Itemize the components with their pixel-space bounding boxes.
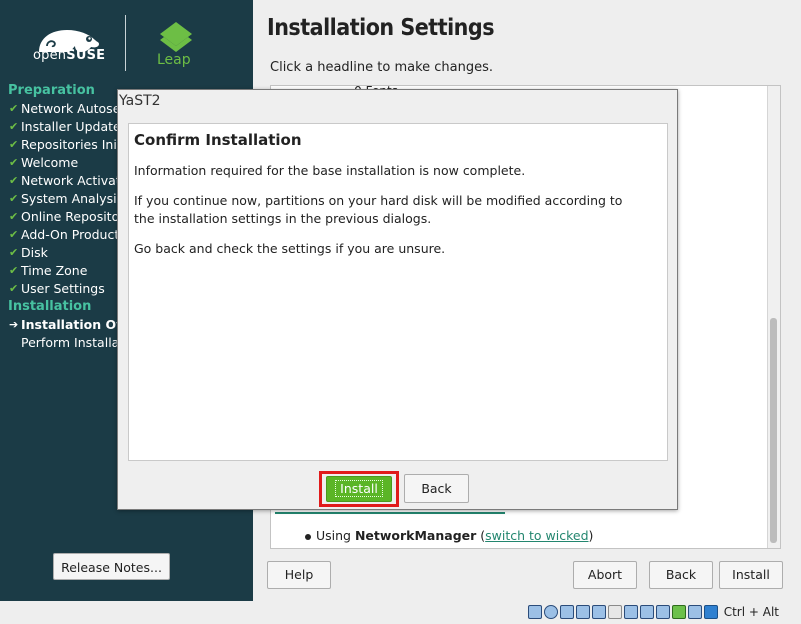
opensuse-wordmark: openSUSE <box>33 48 106 63</box>
help-button[interactable]: Help <box>267 561 331 589</box>
network-icon[interactable] <box>575 605 590 619</box>
keyboard-arrow-icon[interactable] <box>703 605 718 619</box>
mouse-integration-icon[interactable] <box>687 605 702 619</box>
page-title: Installation Settings <box>267 15 495 41</box>
dialog-content: Confirm Installation Information require… <box>128 123 668 461</box>
optical-drive-icon[interactable] <box>543 605 558 619</box>
dialog-paragraph-info: Information required for the base instal… <box>134 163 526 178</box>
virtualization-icon[interactable] <box>671 605 686 619</box>
current-arrow-icon: ➔ <box>9 318 19 331</box>
usb-icon[interactable] <box>591 605 606 619</box>
check-icon: ✔ <box>9 102 19 115</box>
network-manager-line: Using NetworkManager (switch to wicked) <box>305 528 593 543</box>
overview-scrollbar[interactable] <box>767 86 780 548</box>
check-icon: ✔ <box>9 174 19 187</box>
dialog-heading: Confirm Installation <box>134 131 302 149</box>
dialog-paragraph-warning: If you continue now, partitions on your … <box>134 193 623 226</box>
abort-button[interactable]: Abort <box>573 561 637 589</box>
check-icon: ✔ <box>9 264 19 277</box>
leap-wordmark: Leap <box>157 52 191 68</box>
recording-icon[interactable] <box>655 605 670 619</box>
brand-logo-area: openSUSE Leap <box>0 0 253 80</box>
hard-disk-icon[interactable] <box>527 605 542 619</box>
back-button[interactable]: Back <box>649 561 713 589</box>
check-icon: ✔ <box>9 120 19 133</box>
page-subtitle: Click a headline to make changes. <box>270 60 494 75</box>
check-icon: ✔ <box>9 228 19 241</box>
release-notes-button[interactable]: Release Notes... <box>53 553 170 580</box>
check-icon: ✔ <box>9 138 19 151</box>
dialog-back-button[interactable]: Back <box>404 474 469 503</box>
check-icon: ✔ <box>9 156 19 169</box>
check-icon: ✔ <box>9 246 19 259</box>
dialog-window-title: YaST2 <box>119 93 161 109</box>
audio-icon[interactable] <box>559 605 574 619</box>
check-icon: ✔ <box>9 210 19 223</box>
screen-capture-icon[interactable] <box>639 605 654 619</box>
switch-to-wicked-link[interactable]: switch to wicked <box>485 528 588 543</box>
scrollbar-thumb[interactable] <box>770 318 777 543</box>
confirm-installation-dialog: YaST2 Confirm Installation Information r… <box>117 89 678 510</box>
status-tray: Ctrl + Alt <box>527 603 779 621</box>
shared-folder-icon[interactable] <box>607 605 622 619</box>
vm-statusbar: Ctrl + Alt <box>0 601 801 624</box>
install-button[interactable]: Install <box>719 561 783 589</box>
display-icon[interactable] <box>623 605 638 619</box>
bullet-icon <box>305 533 311 540</box>
leap-logo-icon <box>160 22 192 52</box>
dialog-paragraph-hint: Go back and check the settings if you ar… <box>134 241 446 256</box>
dialog-install-button[interactable]: Install <box>326 476 392 502</box>
host-key-label: Ctrl + Alt <box>723 605 779 619</box>
check-icon: ✔ <box>9 282 19 295</box>
logo-divider <box>125 15 126 71</box>
check-icon: ✔ <box>9 192 19 205</box>
